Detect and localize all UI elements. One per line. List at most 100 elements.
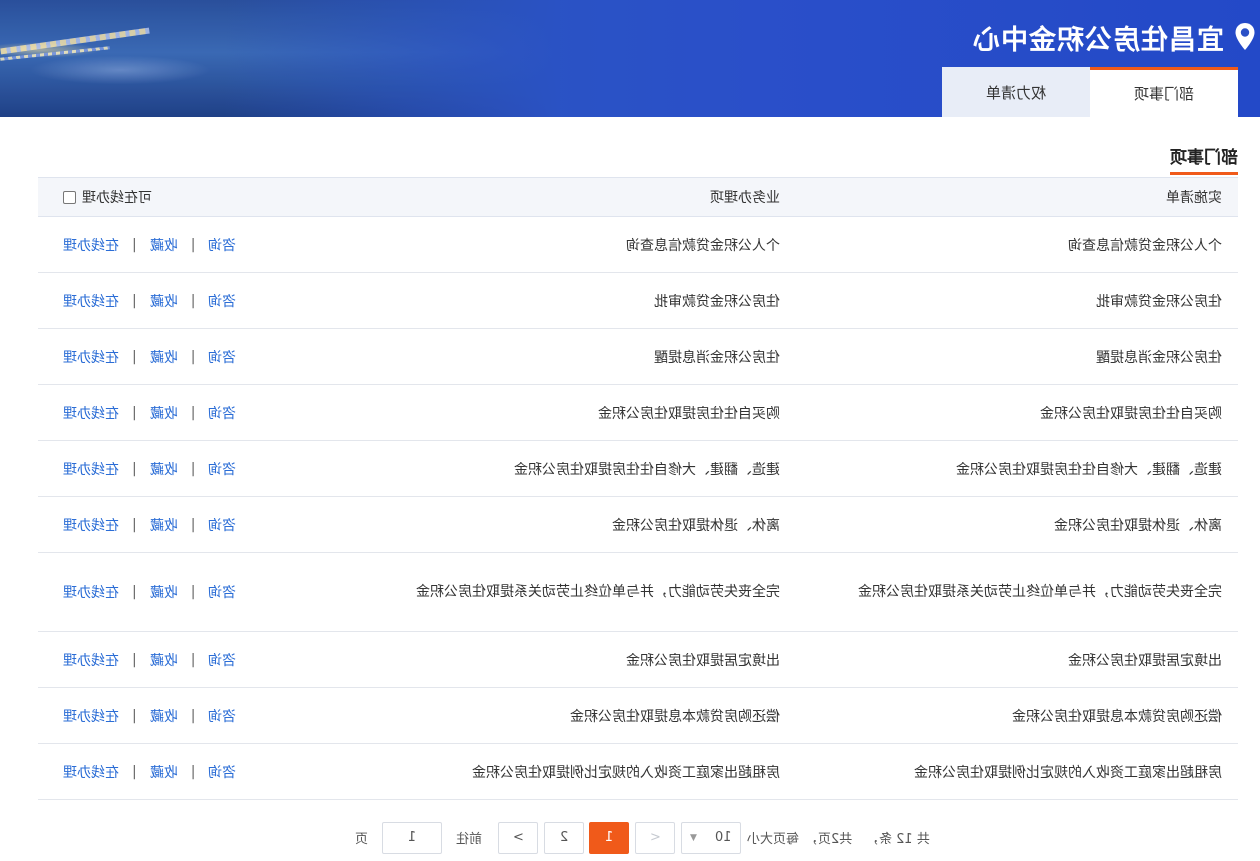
header-banner: 宜昌住房公积金中心 权力清单 部门事项	[0, 0, 1260, 117]
consult-link[interactable]: 咨询	[208, 347, 236, 367]
pagination: 页 前往 > 2 1 < ▼ 10 每页大小 共2页， 共 12 条，	[355, 821, 930, 854]
impl-cell[interactable]: 购买自住住房提取住房公积金	[802, 385, 1222, 440]
actions-cell: 在线办理 | 收藏 | 咨询	[63, 497, 248, 552]
online-filter-checkbox[interactable]	[63, 190, 76, 204]
business-text: 建造、翻建、大修自住住房提取住房公积金	[514, 461, 780, 478]
impl-cell[interactable]: 建造、翻建、大修自住住房提取住房公积金	[802, 441, 1222, 496]
prev-page-button[interactable]: <	[635, 821, 676, 854]
consult-link[interactable]: 咨询	[208, 459, 236, 479]
impl-text[interactable]: 出境定居提取住房公积金	[1068, 650, 1222, 670]
business-text: 房租超出家庭工资收入的规定比例提取住房公积金	[472, 764, 780, 781]
actions-cell: 在线办理 | 收藏 | 咨询	[63, 217, 248, 272]
favorite-link[interactable]: 收藏	[150, 706, 178, 726]
header-business-item: 业务办理项	[378, 178, 780, 216]
business-cell: 建造、翻建、大修自住住房提取住房公积金	[378, 441, 780, 496]
impl-text[interactable]: 购买自住住房提取住房公积金	[1040, 403, 1222, 423]
goto-page-input[interactable]	[382, 821, 443, 854]
online-handle-link[interactable]: 在线办理	[63, 762, 119, 782]
action-separator: |	[190, 236, 196, 253]
impl-cell[interactable]: 房租超出家庭工资收入的规定比例提取住房公积金	[802, 744, 1222, 799]
header-online-filter[interactable]: 可在线办理	[63, 178, 248, 216]
action-separator: |	[190, 404, 196, 421]
favorite-link[interactable]: 收藏	[150, 650, 178, 670]
next-page-button[interactable]: >	[498, 821, 539, 854]
impl-text[interactable]: 偿还购房贷款本息提取住房公积金	[1012, 706, 1222, 726]
action-separator: |	[132, 707, 137, 724]
business-cell: 住房公积金消息提醒	[378, 329, 780, 384]
page-size-select[interactable]: ▼ 10	[681, 821, 742, 854]
table-row: 房租超出家庭工资收入的规定比例提取住房公积金 房租超出家庭工资收入的规定比例提取住…	[38, 744, 1238, 800]
consult-link[interactable]: 咨询	[208, 650, 236, 670]
business-cell: 完全丧失劳动能力，并与单位终止劳动关系提取住房公积金	[378, 553, 780, 631]
online-handle-link[interactable]: 在线办理	[63, 291, 119, 311]
online-handle-link[interactable]: 在线办理	[63, 403, 119, 423]
favorite-link[interactable]: 收藏	[150, 459, 178, 479]
online-handle-link[interactable]: 在线办理	[63, 235, 119, 255]
action-separator: |	[190, 707, 196, 724]
business-text: 离休、退休提取住房公积金	[612, 517, 780, 534]
items-table: 实施清单 业务办理项 可在线办理 个人公积金贷款信息查询 个人公积金贷款信息查询在…	[38, 177, 1238, 800]
impl-text[interactable]: 住房公积金消息提醒	[1096, 347, 1222, 367]
favorite-link[interactable]: 收藏	[150, 515, 178, 535]
page-size-label: 每页大小	[747, 832, 800, 847]
online-handle-link[interactable]: 在线办理	[63, 347, 119, 367]
impl-text[interactable]: 个人公积金贷款信息查询	[1068, 235, 1222, 255]
favorite-link[interactable]: 收藏	[150, 291, 178, 311]
tab-department-items[interactable]: 部门事项	[1090, 67, 1238, 117]
business-cell: 离休、退休提取住房公积金	[378, 497, 780, 552]
favorite-link[interactable]: 收藏	[150, 762, 178, 782]
consult-link[interactable]: 咨询	[208, 403, 236, 423]
impl-cell[interactable]: 个人公积金贷款信息查询	[802, 217, 1222, 272]
page-1-button[interactable]: 1	[589, 821, 630, 854]
impl-cell[interactable]: 出境定居提取住房公积金	[802, 632, 1222, 687]
favorite-link[interactable]: 收藏	[150, 235, 178, 255]
online-handle-link[interactable]: 在线办理	[63, 706, 119, 726]
impl-cell[interactable]: 完全丧失劳动能力，并与单位终止劳动关系提取住房公积金	[802, 553, 1222, 631]
action-separator: |	[190, 460, 196, 477]
tab-power-list[interactable]: 权力清单	[942, 67, 1090, 117]
impl-cell[interactable]: 离休、退休提取住房公积金	[802, 497, 1222, 552]
table-row: 住房公积金消息提醒 住房公积金消息提醒 在线办理 | 收藏 | 咨询	[38, 329, 1238, 385]
favorite-link[interactable]: 收藏	[150, 582, 178, 602]
business-text: 个人公积金贷款信息查询	[626, 237, 780, 254]
impl-cell[interactable]: 住房公积金贷款审批	[802, 273, 1222, 328]
impl-text[interactable]: 住房公积金贷款审批	[1096, 291, 1222, 311]
header-impl-list: 实施清单	[802, 178, 1222, 216]
online-filter-text: 可在线办理	[82, 190, 152, 206]
page-2-button[interactable]: 2	[544, 821, 585, 854]
banner-cityscape-image	[0, 0, 560, 117]
consult-link[interactable]: 咨询	[208, 235, 236, 255]
action-separator: |	[132, 292, 137, 309]
goto-label: 前往	[456, 832, 483, 847]
online-handle-link[interactable]: 在线办理	[63, 650, 119, 670]
online-filter-checkbox-label[interactable]: 可在线办理	[63, 187, 152, 207]
site-title[interactable]: 宜昌住房公积金中心	[972, 17, 1256, 57]
total-items-text: 共 12 条，	[866, 832, 931, 847]
online-handle-link[interactable]: 在线办理	[63, 582, 119, 602]
online-handle-link[interactable]: 在线办理	[63, 459, 119, 479]
actions-cell: 在线办理 | 收藏 | 咨询	[63, 385, 248, 440]
business-cell: 住房公积金贷款审批	[378, 273, 780, 328]
impl-text[interactable]: 完全丧失劳动能力，并与单位终止劳动关系提取住房公积金	[827, 581, 1222, 603]
online-handle-link[interactable]: 在线办理	[63, 515, 119, 535]
impl-text[interactable]: 房租超出家庭工资收入的规定比例提取住房公积金	[914, 762, 1222, 782]
impl-cell[interactable]: 偿还购房贷款本息提取住房公积金	[802, 688, 1222, 743]
consult-link[interactable]: 咨询	[208, 762, 236, 782]
table-row: 建造、翻建、大修自住住房提取住房公积金 建造、翻建、大修自住住房提取住房公积金 在线…	[38, 441, 1238, 497]
impl-text[interactable]: 离休、退休提取住房公积金	[1054, 515, 1222, 535]
impl-cell[interactable]: 住房公积金消息提醒	[802, 329, 1222, 384]
consult-link[interactable]: 咨询	[208, 706, 236, 726]
page: 宜昌住房公积金中心 权力清单 部门事项 部门事项 实施清单 业务办理项 可在线办…	[0, 0, 1260, 861]
action-separator: |	[132, 460, 137, 477]
impl-text[interactable]: 建造、翻建、大修自住住房提取住房公积金	[956, 459, 1222, 479]
header-impl-label: 实施清单	[1166, 190, 1222, 206]
business-text: 完全丧失劳动能力，并与单位终止劳动关系提取住房公积金	[416, 584, 780, 600]
consult-link[interactable]: 咨询	[208, 515, 236, 535]
consult-link[interactable]: 咨询	[208, 291, 236, 311]
favorite-link[interactable]: 收藏	[150, 403, 178, 423]
favorite-link[interactable]: 收藏	[150, 347, 178, 367]
table-row: 个人公积金贷款信息查询 个人公积金贷款信息查询 在线办理 | 收藏 | 咨询	[38, 217, 1238, 273]
consult-link[interactable]: 咨询	[208, 582, 236, 602]
next-page-glyph: >	[512, 830, 524, 845]
action-separator: |	[132, 651, 137, 668]
